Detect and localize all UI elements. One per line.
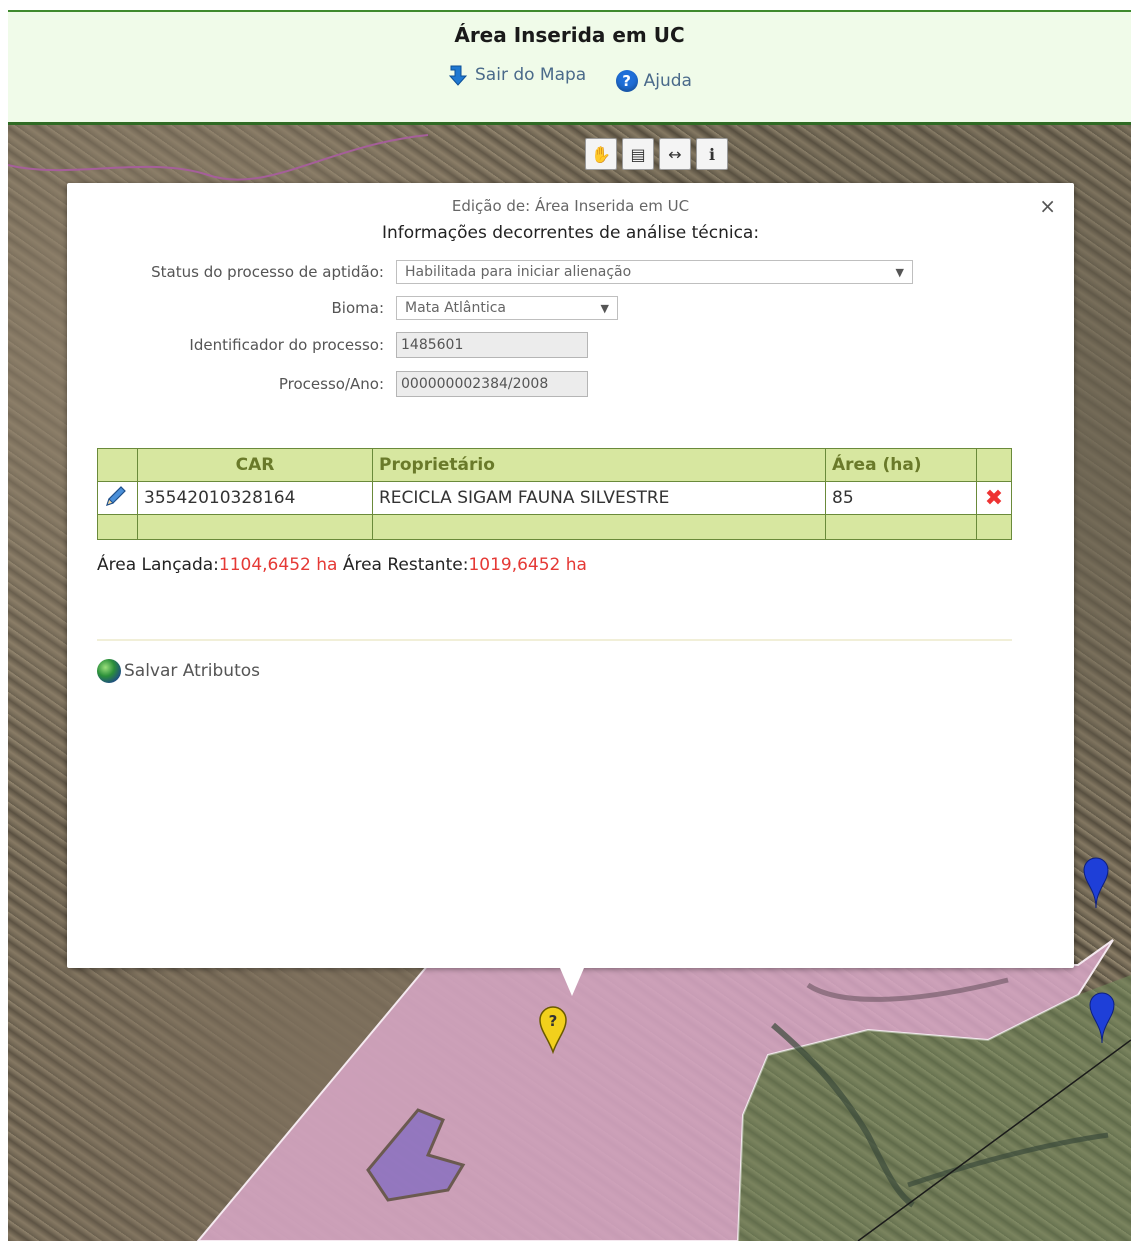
info-icon[interactable]: ℹ — [696, 138, 728, 170]
dropdown-arrow-icon: ▼ — [895, 265, 904, 279]
status-row: Status do processo de aptidão: Habilitad… — [67, 260, 913, 284]
page-header: Área Inserida em UC Sair do Mapa ? Ajuda — [8, 10, 1131, 125]
delete-icon[interactable]: ✖ — [985, 486, 1003, 511]
globe-icon — [97, 659, 121, 683]
distance-measure-icon[interactable]: ↔ — [659, 138, 691, 170]
svg-text:?: ? — [549, 1012, 558, 1030]
divider — [97, 639, 1012, 641]
bioma-value: Mata Atlântica — [405, 300, 506, 316]
table-header-delete — [976, 448, 1012, 482]
edit-cell — [97, 481, 138, 515]
status-value: Habilitada para iniciar alienação — [405, 264, 632, 280]
table-footer-row — [97, 514, 1012, 540]
table-header-edit — [97, 448, 138, 482]
identificador-label: Identificador do processo: — [189, 336, 384, 354]
identificador-row: Identificador do processo: 1485601 — [67, 332, 588, 358]
area-restante-value: 1019,6452 ha — [468, 555, 587, 575]
table-header-car: CAR — [137, 448, 373, 482]
popup-subtitle: Edição de: Área Inserida em UC — [451, 197, 690, 215]
help-label: Ajuda — [643, 71, 692, 91]
popup-pointer — [560, 968, 584, 996]
header-links: Sair do Mapa ? Ajuda — [8, 64, 1131, 92]
processo-label: Processo/Ano: — [278, 375, 384, 393]
page-title: Área Inserida em UC — [454, 23, 685, 47]
popup-heading: Informações decorrentes de análise técni… — [381, 223, 760, 243]
area-lancada-label: Área Lançada: — [97, 555, 219, 575]
table-row: 35542010328164 RECICLA SIGAM FAUNA SILVE… — [97, 481, 1012, 515]
processo-field[interactable]: 000000002384/2008 — [396, 371, 588, 397]
pan-hand-icon[interactable]: ✋ — [585, 138, 617, 170]
exit-map-label: Sair do Mapa — [475, 65, 587, 85]
area-lancada-value: 1104,6452 ha — [218, 555, 338, 575]
bioma-label: Bioma: — [331, 299, 385, 317]
status-select[interactable]: Habilitada para iniciar alienação ▼ — [396, 260, 913, 284]
processo-row: Processo/Ano: 000000002384/2008 — [67, 371, 588, 397]
area-measure-icon[interactable]: ▤ — [622, 138, 654, 170]
owner-cell: RECICLA SIGAM FAUNA SILVESTRE — [372, 481, 826, 515]
help-link[interactable]: ? Ajuda — [615, 70, 692, 92]
map-toolbar: ✋ ▤ ↔ ℹ — [585, 138, 728, 170]
status-label: Status do processo de aptidão: — [151, 263, 384, 281]
pencil-icon[interactable] — [104, 484, 128, 508]
area-summary: Área Lançada:1104,6452 ha Área Restante:… — [97, 555, 587, 575]
blue-marker-icon[interactable] — [1083, 857, 1109, 909]
car-table: CAR Proprietário Área (ha) 3554201032816… — [97, 448, 1012, 540]
dropdown-arrow-icon: ▼ — [600, 301, 609, 315]
identificador-field[interactable]: 1485601 — [396, 332, 588, 358]
save-attributes-button[interactable]: Salvar Atributos — [97, 659, 260, 683]
region-outline — [8, 134, 429, 181]
exit-map-link[interactable]: Sair do Mapa — [447, 64, 586, 86]
area-cell: 85 — [825, 481, 977, 515]
save-attributes-label: Salvar Atributos — [124, 661, 260, 681]
bioma-select[interactable]: Mata Atlântica ▼ — [396, 296, 618, 320]
exit-arrow-icon — [448, 65, 468, 86]
area-restante-label: Área Restante: — [342, 555, 469, 575]
table-header-row: CAR Proprietário Área (ha) — [97, 448, 1012, 482]
delete-cell: ✖ — [976, 481, 1012, 515]
help-icon: ? — [615, 70, 638, 92]
table-header-area: Área (ha) — [825, 448, 977, 482]
bioma-row: Bioma: Mata Atlântica ▼ — [67, 296, 618, 320]
table-header-owner: Proprietário — [372, 448, 826, 482]
edit-popup: × Edição de: Área Inserida em UC Informa… — [67, 183, 1074, 996]
car-cell: 35542010328164 — [137, 481, 373, 515]
